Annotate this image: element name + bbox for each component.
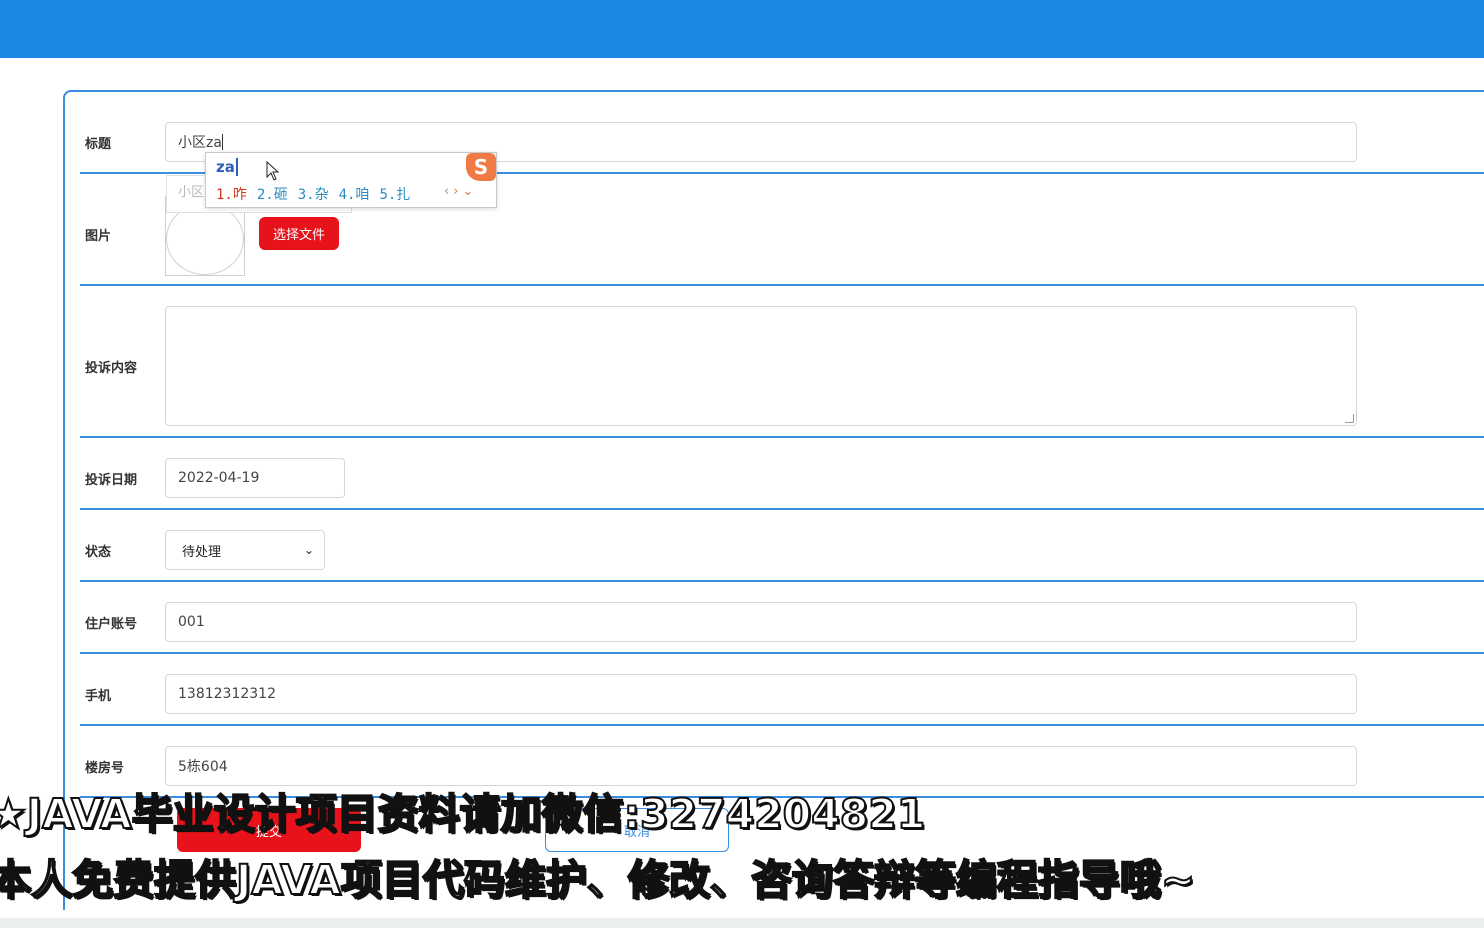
ime-candidate[interactable]: 1.咋 xyxy=(216,187,247,203)
account-input[interactable]: 001 xyxy=(165,602,1357,642)
chevron-down-icon[interactable]: ⌄ xyxy=(462,184,477,199)
title-input-value: 小区za xyxy=(178,135,222,151)
overlay-caption-line1: ★JAVA毕业设计项目资料请加微信:3274204821 xyxy=(0,789,926,839)
page-footer-strip xyxy=(0,918,1484,928)
ime-candidate-list: 1.咋 2.砸 3.杂 4.咱 5.扎 xyxy=(216,184,420,204)
overlay-caption-line2: 本人免费提供JAVA项目代码维护、修改、咨询答辩等编程指导哦~ xyxy=(0,855,1196,905)
account-input-value: 001 xyxy=(178,614,205,630)
form-row-phone: 手机 13812312312 xyxy=(80,654,1484,726)
chevron-down-icon: ⌄ xyxy=(303,543,314,557)
ime-page-nav: ‹›⌄ xyxy=(444,184,477,199)
ime-candidate-popup: za S 1.咋 2.砸 3.杂 4.咱 5.扎 ‹›⌄ xyxy=(205,152,497,208)
ime-candidate[interactable]: 4.咱 xyxy=(339,187,370,203)
ime-composition-text: za xyxy=(216,158,238,176)
date-input[interactable]: 2022-04-19 xyxy=(165,458,345,498)
status-label: 状态 xyxy=(85,545,112,560)
choose-file-button[interactable]: 选择文件 xyxy=(259,217,339,250)
ime-candidate[interactable]: 5.扎 xyxy=(379,187,410,203)
form-row-account: 住户账号 001 xyxy=(80,582,1484,654)
image-placeholder-circle xyxy=(166,203,244,275)
mouse-cursor-icon xyxy=(266,161,280,181)
top-header-bar xyxy=(0,0,1484,58)
resize-handle-icon[interactable] xyxy=(1345,414,1354,423)
content-label: 投诉内容 xyxy=(85,361,138,376)
image-label: 图片 xyxy=(85,229,112,244)
phone-input-value: 13812312312 xyxy=(178,686,276,702)
title-label: 标题 xyxy=(85,137,112,152)
phone-input[interactable]: 13812312312 xyxy=(165,674,1357,714)
form-row-content: 投诉内容 xyxy=(80,286,1484,438)
form-row-date: 投诉日期 2022-04-19 xyxy=(80,438,1484,510)
account-label: 住户账号 xyxy=(85,617,138,632)
date-input-value: 2022-04-19 xyxy=(178,470,260,486)
date-label: 投诉日期 xyxy=(85,473,138,488)
ime-logo-icon: S xyxy=(466,153,496,181)
building-input-value: 5栋604 xyxy=(178,759,228,775)
chevron-left-icon[interactable]: ‹ xyxy=(444,184,453,199)
status-select[interactable]: 待处理 ⌄ xyxy=(165,530,325,570)
status-select-value: 待处理 xyxy=(182,544,222,560)
building-label: 楼房号 xyxy=(85,761,125,776)
form-row-status: 状态 待处理 ⌄ xyxy=(80,510,1484,582)
ime-candidate[interactable]: 3.杂 xyxy=(298,187,329,203)
ime-candidate[interactable]: 2.砸 xyxy=(257,187,288,203)
phone-label: 手机 xyxy=(85,689,112,704)
content-textarea[interactable] xyxy=(165,306,1357,426)
